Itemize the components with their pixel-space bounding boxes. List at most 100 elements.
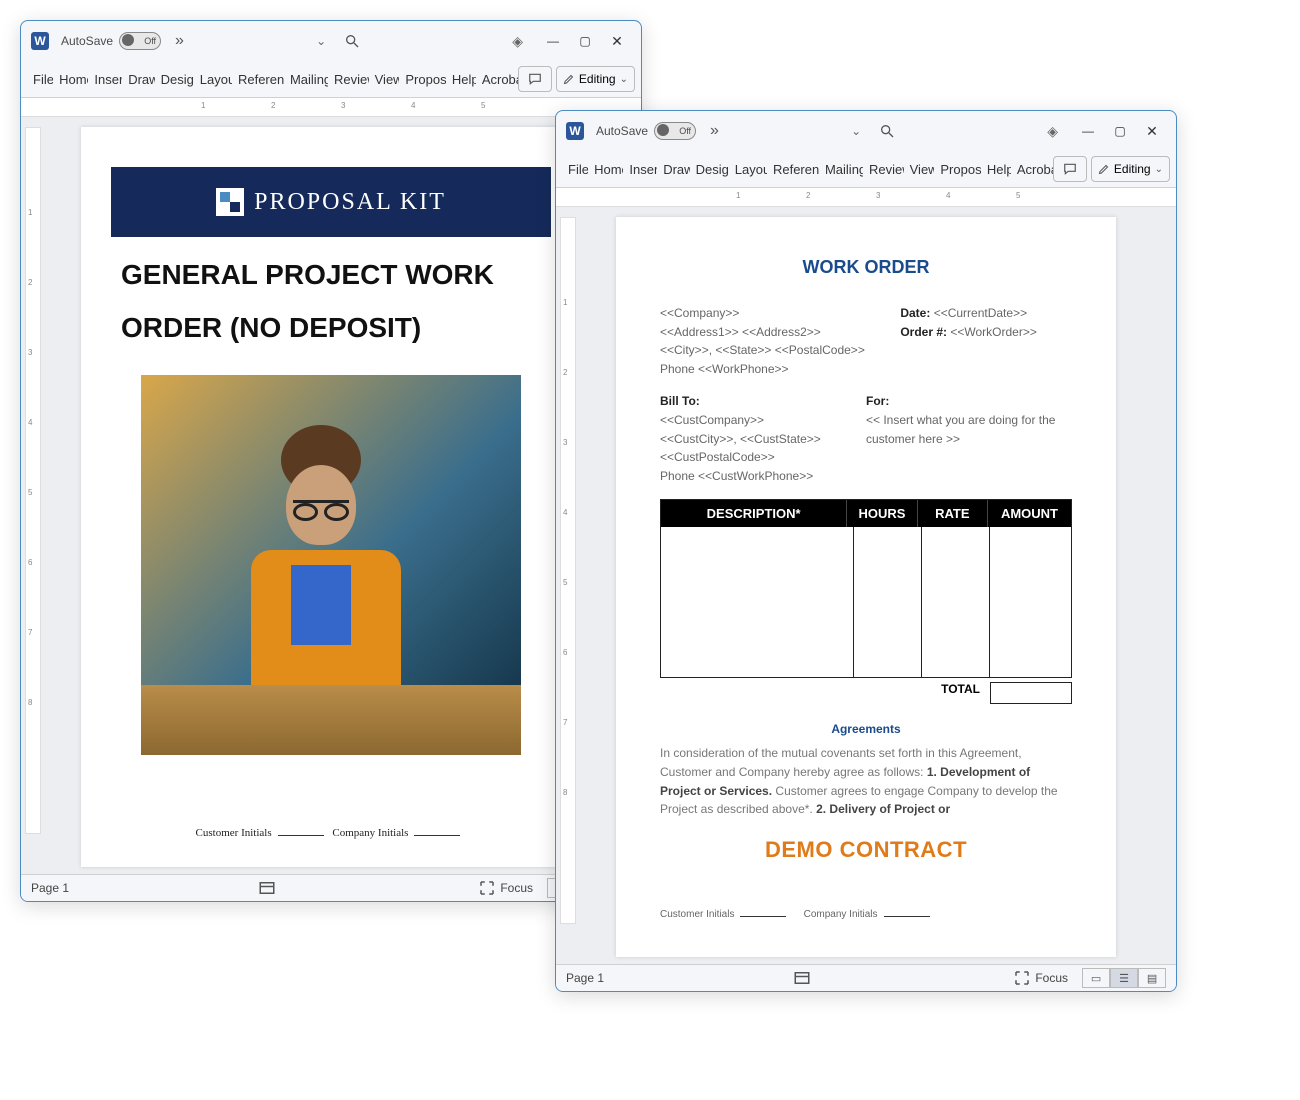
ribbon: File Home Insert Draw Design Layout Refe… — [21, 61, 641, 98]
chevron-down-icon: ⌄ — [620, 74, 628, 85]
tab-proposal[interactable]: Proposal — [399, 72, 445, 87]
total-cell[interactable] — [990, 682, 1072, 704]
quick-access-more-icon[interactable]: » — [175, 32, 184, 50]
tab-mailings[interactable]: Mailings — [284, 72, 328, 87]
document-title-line1: GENERAL PROJECT WORK — [121, 257, 541, 292]
tab-mailings[interactable]: Mailings — [819, 162, 863, 177]
page-indicator[interactable]: Page 1 — [566, 971, 604, 985]
tab-review[interactable]: Review — [863, 162, 904, 177]
table-header: DESCRIPTION* HOURS RATE AMOUNT — [661, 500, 1071, 527]
tab-help[interactable]: Help — [981, 162, 1011, 177]
tab-file[interactable]: File — [27, 72, 53, 87]
tab-help[interactable]: Help — [446, 72, 476, 87]
close-button[interactable]: ✕ — [1136, 123, 1168, 140]
tab-acrobat[interactable]: Acrobat — [476, 72, 518, 87]
maximize-button[interactable]: ▢ — [1104, 124, 1136, 138]
tab-insert[interactable]: Insert — [623, 162, 657, 177]
autosave-label: AutoSave — [596, 124, 648, 138]
page-indicator[interactable]: Page 1 — [31, 881, 69, 895]
comments-button[interactable] — [518, 66, 552, 92]
demo-watermark: DEMO CONTRACT — [616, 837, 1116, 863]
document-page[interactable]: WORK ORDER <<Company>> <<Address1>> <<Ad… — [616, 217, 1116, 957]
table-body[interactable] — [661, 527, 1071, 677]
minimize-button[interactable]: — — [537, 34, 569, 48]
close-button[interactable]: ✕ — [601, 33, 633, 50]
title-dropdown-icon[interactable]: ⌄ — [316, 34, 326, 48]
editing-mode-button[interactable]: Editing ⌄ — [556, 66, 635, 92]
pencil-icon — [563, 73, 575, 85]
brand-banner: PROPOSAL KIT — [111, 167, 551, 237]
editing-mode-button[interactable]: Editing ⌄ — [1091, 156, 1170, 182]
web-layout-button[interactable]: ▤ — [1138, 968, 1166, 988]
titlebar: W AutoSave Off » ⌄ ◈ — ▢ ✕ — [21, 21, 641, 61]
comments-button[interactable] — [1053, 156, 1087, 182]
ribbon: File Home Insert Draw Design Layout Refe… — [556, 151, 1176, 188]
tab-design[interactable]: Design — [690, 162, 729, 177]
tab-references[interactable]: References — [767, 162, 819, 177]
title-dropdown-icon[interactable]: ⌄ — [851, 124, 861, 138]
word-window-b: W AutoSave Off » ⌄ ◈ — ▢ ✕ File Home Ins… — [555, 110, 1177, 992]
layout-icon[interactable] — [793, 969, 811, 987]
tab-home[interactable]: Home — [588, 162, 623, 177]
print-layout-button[interactable]: ☰ — [1110, 968, 1138, 988]
document-area[interactable]: 1 2 3 4 5 6 7 8 PROPOSAL KIT GENERAL PRO… — [21, 117, 641, 874]
chevron-down-icon: ⌄ — [1155, 164, 1163, 175]
word-window-a: W AutoSave Off » ⌄ ◈ — ▢ ✕ File Home Ins… — [20, 20, 642, 902]
focus-button[interactable]: Focus — [478, 879, 533, 897]
premium-icon[interactable]: ◈ — [512, 33, 523, 50]
tab-file[interactable]: File — [562, 162, 588, 177]
premium-icon[interactable]: ◈ — [1047, 123, 1058, 140]
read-mode-button[interactable]: ▭ — [1082, 968, 1110, 988]
tab-proposal[interactable]: Proposal — [934, 162, 980, 177]
brand-name: PROPOSAL KIT — [254, 189, 446, 216]
agreements-text: In consideration of the mutual covenants… — [660, 744, 1072, 818]
tab-layout[interactable]: Layout — [729, 162, 767, 177]
tab-insert[interactable]: Insert — [88, 72, 122, 87]
tab-design[interactable]: Design — [155, 72, 194, 87]
company-info-block: <<Company>> <<Address1>> <<Address2>> <<… — [660, 304, 1072, 378]
work-order-title: WORK ORDER — [616, 257, 1116, 278]
status-bar: Page 1 Focus ▭ ☰ ▤ — [21, 874, 641, 901]
tab-acrobat[interactable]: Acrobat — [1011, 162, 1053, 177]
tab-home[interactable]: Home — [53, 72, 88, 87]
autosave-label: AutoSave — [61, 34, 113, 48]
bill-to-block: Bill To: <<CustCompany>> <<CustCity>>, <… — [660, 392, 1072, 485]
comment-icon — [527, 72, 543, 86]
tab-view[interactable]: View — [369, 72, 400, 87]
document-area[interactable]: 1 2 3 4 5 6 7 8 WORK ORDER <<Company>> <… — [556, 207, 1176, 964]
initials-footer: Customer Initials Company Initials — [660, 909, 1072, 920]
vertical-ruler[interactable]: 1 2 3 4 5 6 7 8 — [560, 217, 576, 924]
tab-review[interactable]: Review — [328, 72, 369, 87]
focus-icon — [1013, 969, 1031, 987]
titlebar: W AutoSave Off » ⌄ ◈ — ▢ ✕ — [556, 111, 1176, 151]
word-icon: W — [31, 32, 49, 50]
focus-icon — [478, 879, 496, 897]
layout-icon[interactable] — [258, 879, 276, 897]
proposal-kit-logo-icon — [216, 188, 244, 216]
tab-draw[interactable]: Draw — [657, 162, 689, 177]
work-order-table: DESCRIPTION* HOURS RATE AMOUNT — [660, 499, 1072, 678]
maximize-button[interactable]: ▢ — [569, 34, 601, 48]
focus-button[interactable]: Focus — [1013, 969, 1068, 987]
tab-layout[interactable]: Layout — [194, 72, 232, 87]
total-row: TOTAL — [660, 682, 1072, 704]
hero-illustration — [141, 375, 521, 755]
search-icon[interactable] — [879, 123, 895, 139]
minimize-button[interactable]: — — [1072, 124, 1104, 138]
horizontal-ruler[interactable]: 1 2 3 4 5 — [21, 98, 641, 117]
vertical-ruler[interactable]: 1 2 3 4 5 6 7 8 — [25, 127, 41, 834]
quick-access-more-icon[interactable]: » — [710, 122, 719, 140]
initials-footer: Customer Initials Company Initials — [81, 827, 581, 839]
search-icon[interactable] — [344, 33, 360, 49]
document-title-line2: ORDER (NO DEPOSIT) — [121, 310, 541, 345]
agreements-heading: Agreements — [616, 722, 1116, 736]
autosave-toggle[interactable]: Off — [654, 122, 696, 140]
view-mode-buttons: ▭ ☰ ▤ — [1082, 968, 1166, 988]
tab-view[interactable]: View — [904, 162, 935, 177]
document-page[interactable]: PROPOSAL KIT GENERAL PROJECT WORK ORDER … — [81, 127, 581, 867]
tab-draw[interactable]: Draw — [122, 72, 154, 87]
status-bar: Page 1 Focus ▭ ☰ ▤ — [556, 964, 1176, 991]
horizontal-ruler[interactable]: 1 2 3 4 5 — [556, 188, 1176, 207]
tab-references[interactable]: References — [232, 72, 284, 87]
autosave-toggle[interactable]: Off — [119, 32, 161, 50]
